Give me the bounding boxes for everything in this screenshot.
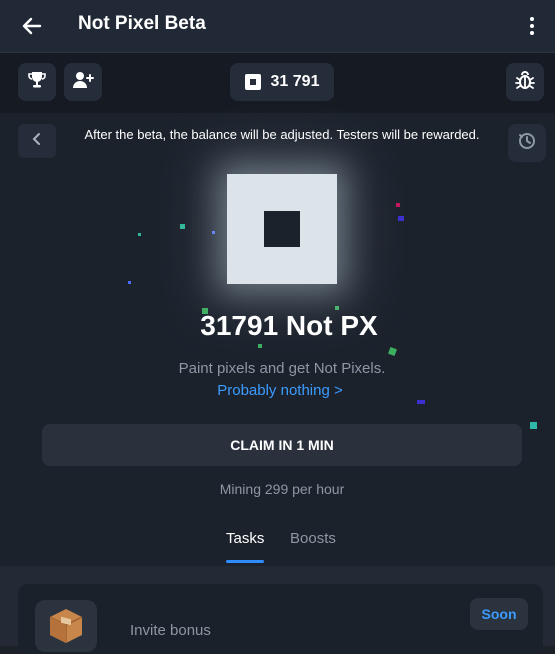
invite-button[interactable] bbox=[64, 63, 102, 101]
confetti-piece bbox=[180, 224, 185, 229]
points-balance: 31791 Not PX bbox=[200, 310, 378, 341]
confetti-piece bbox=[417, 400, 425, 404]
glowing-pixel-icon bbox=[227, 174, 337, 284]
confetti-piece bbox=[128, 281, 131, 284]
previous-button[interactable] bbox=[18, 124, 56, 158]
history-button[interactable] bbox=[508, 124, 546, 162]
pixel-core bbox=[264, 211, 300, 247]
add-user-icon bbox=[72, 70, 94, 95]
trophy-icon bbox=[27, 70, 47, 95]
bug-icon bbox=[514, 69, 536, 96]
back-arrow-icon[interactable] bbox=[18, 12, 46, 40]
page-title: Not Pixel Beta bbox=[78, 13, 206, 34]
confetti-piece bbox=[396, 203, 400, 207]
toolbar: 31 791 bbox=[0, 53, 555, 113]
link-label: Probably nothing bbox=[217, 382, 330, 399]
confetti-piece bbox=[398, 216, 404, 221]
task-card[interactable]: Invite bonus Soon bbox=[18, 584, 543, 654]
probably-nothing-link[interactable]: Probably nothing > bbox=[0, 382, 555, 399]
chevron-right-icon: > bbox=[334, 382, 343, 399]
pixel-icon bbox=[244, 74, 261, 90]
tab-tasks[interactable]: Tasks bbox=[226, 530, 264, 547]
task-label: Invite bonus bbox=[130, 622, 211, 639]
header: Not Pixel Beta bbox=[0, 0, 555, 53]
confetti-piece bbox=[138, 233, 141, 236]
more-vertical-icon[interactable] bbox=[522, 12, 542, 40]
soon-button[interactable]: Soon bbox=[470, 598, 528, 630]
subtitle: Paint pixels and get Not Pixels. bbox=[178, 360, 386, 377]
chevron-left-icon bbox=[31, 132, 43, 151]
balance-value: 31 791 bbox=[270, 73, 320, 90]
active-tab-indicator bbox=[226, 560, 264, 563]
bug-report-button[interactable] bbox=[506, 63, 544, 101]
app: Not Pixel Beta 31 791 After the beta, th… bbox=[0, 0, 555, 654]
history-icon bbox=[517, 131, 537, 156]
confetti-piece bbox=[212, 231, 215, 234]
tab-bar: Tasks Boosts bbox=[0, 530, 555, 566]
confetti-piece bbox=[258, 344, 262, 348]
package-icon bbox=[35, 600, 97, 652]
balance-pill[interactable]: 31 791 bbox=[230, 63, 334, 101]
beta-notice: After the beta, the balance will be adju… bbox=[84, 127, 480, 142]
leaderboard-button[interactable] bbox=[18, 63, 56, 101]
tab-boosts[interactable]: Boosts bbox=[290, 530, 336, 547]
mining-rate: Mining 299 per hour bbox=[219, 481, 345, 497]
confetti-piece bbox=[388, 347, 397, 356]
claim-button[interactable]: CLAIM IN 1 MIN bbox=[42, 424, 522, 466]
tasks-panel: Invite bonus Soon bbox=[0, 566, 555, 654]
confetti-piece bbox=[530, 422, 537, 429]
